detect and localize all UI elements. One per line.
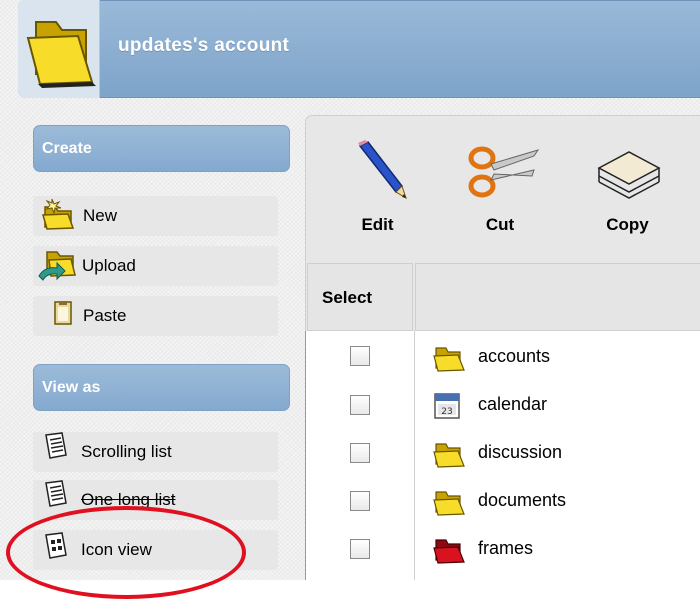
header-icon-tile (18, 0, 100, 98)
select-checkbox[interactable] (350, 443, 370, 463)
upload-button[interactable]: Upload (33, 246, 278, 286)
file-name[interactable]: frames (478, 538, 533, 559)
scrolling-list-label: Scrolling list (81, 442, 172, 461)
select-checkbox[interactable] (350, 395, 370, 415)
select-checkbox[interactable] (350, 539, 370, 559)
highlight-circle-annotation (6, 506, 246, 599)
svg-text:23: 23 (441, 407, 452, 417)
folder-icon (26, 21, 96, 88)
upload-label: Upload (82, 256, 136, 275)
file-name[interactable]: discussion (478, 442, 562, 463)
copy-button[interactable]: Copy (585, 140, 670, 234)
view-as-section-title: View as (42, 379, 101, 396)
select-checkbox[interactable] (350, 491, 370, 511)
pencil-icon (358, 140, 407, 200)
cut-label: Cut (485, 215, 515, 234)
edit-label: Edit (361, 215, 394, 234)
folder-icon (433, 443, 465, 468)
account-title: updates's account (118, 35, 290, 56)
paste-icon (54, 301, 72, 325)
file-name[interactable]: accounts (478, 346, 550, 367)
create-new-button[interactable]: New (33, 196, 278, 236)
folder-icon (433, 491, 465, 516)
new-folder-icon (42, 198, 75, 230)
list-icon (45, 432, 67, 459)
create-section-header: Create (33, 125, 290, 172)
view-as-section-header: View as (33, 364, 290, 411)
edit-button[interactable]: Edit (340, 140, 415, 234)
file-name[interactable]: documents (478, 490, 566, 511)
copy-icon (597, 151, 661, 199)
list-icon (45, 480, 67, 507)
create-section-title: Create (42, 140, 92, 157)
file-name[interactable]: calendar (478, 394, 547, 415)
cut-button[interactable]: Cut (460, 140, 540, 234)
red-folder-icon (433, 539, 465, 564)
calendar-icon: 23 (434, 393, 460, 419)
page-background: updates's account Create New Upload Past… (0, 0, 700, 580)
scrolling-list-button[interactable]: Scrolling list (33, 432, 278, 472)
scissors-icon (468, 146, 540, 198)
upload-folder-icon (38, 251, 76, 281)
select-checkbox[interactable] (350, 346, 370, 366)
folder-icon (433, 347, 465, 372)
paste-button[interactable]: Paste (33, 296, 278, 336)
name-column-header (415, 263, 700, 331)
paste-label: Paste (83, 306, 127, 325)
select-column-header: Select (307, 263, 413, 331)
copy-label: Copy (606, 215, 649, 234)
select-header-label: Select (322, 288, 373, 307)
create-new-label: New (83, 206, 118, 225)
